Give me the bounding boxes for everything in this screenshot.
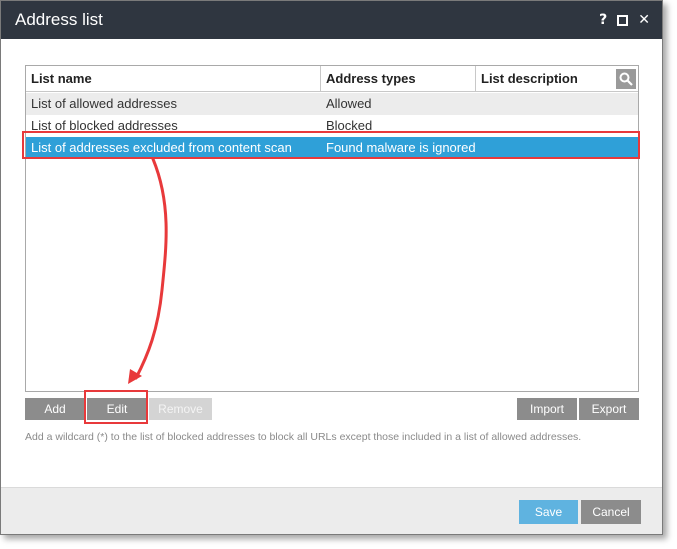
row-address-type: Found malware is ignored — [326, 140, 476, 155]
window-controls: ? ✕ — [599, 13, 662, 27]
row-list-name: List of addresses excluded from content … — [31, 140, 292, 155]
close-icon[interactable]: ✕ — [638, 13, 650, 27]
table-header: List name Address types List description — [26, 66, 638, 92]
table-row-selected[interactable]: List of addresses excluded from content … — [26, 137, 638, 159]
add-button[interactable]: Add — [25, 398, 85, 420]
row-address-type: Allowed — [326, 96, 372, 111]
wildcard-hint-text: Add a wildcard (*) to the list of blocke… — [25, 431, 582, 443]
row-address-type: Blocked — [326, 118, 373, 133]
help-icon[interactable]: ? — [599, 13, 607, 27]
address-list-table: List name Address types List description… — [25, 65, 639, 392]
column-header-list-description[interactable]: List description — [476, 66, 611, 92]
export-button[interactable]: Export — [579, 398, 639, 420]
edit-button[interactable]: Edit — [87, 398, 147, 420]
cancel-button[interactable]: Cancel — [581, 500, 641, 524]
table-row[interactable]: List of allowed addresses Allowed — [26, 93, 638, 115]
row-list-name: List of blocked addresses — [31, 118, 178, 133]
column-header-list-name[interactable]: List name — [26, 66, 321, 92]
row-list-name: List of allowed addresses — [31, 96, 177, 111]
column-header-address-types[interactable]: Address types — [321, 66, 476, 92]
title-bar: Address list ? ✕ — [1, 1, 662, 39]
table-row[interactable]: List of blocked addresses Blocked — [26, 115, 638, 137]
maximize-icon[interactable] — [617, 14, 629, 26]
import-button[interactable]: Import — [517, 398, 577, 420]
search-icon — [619, 72, 633, 86]
address-list-dialog: Address list ? ✕ List name Address types… — [0, 0, 663, 535]
search-button[interactable] — [616, 69, 636, 89]
window-title: Address list — [15, 10, 103, 29]
remove-button[interactable]: Remove — [149, 398, 212, 420]
save-button[interactable]: Save — [519, 500, 578, 524]
